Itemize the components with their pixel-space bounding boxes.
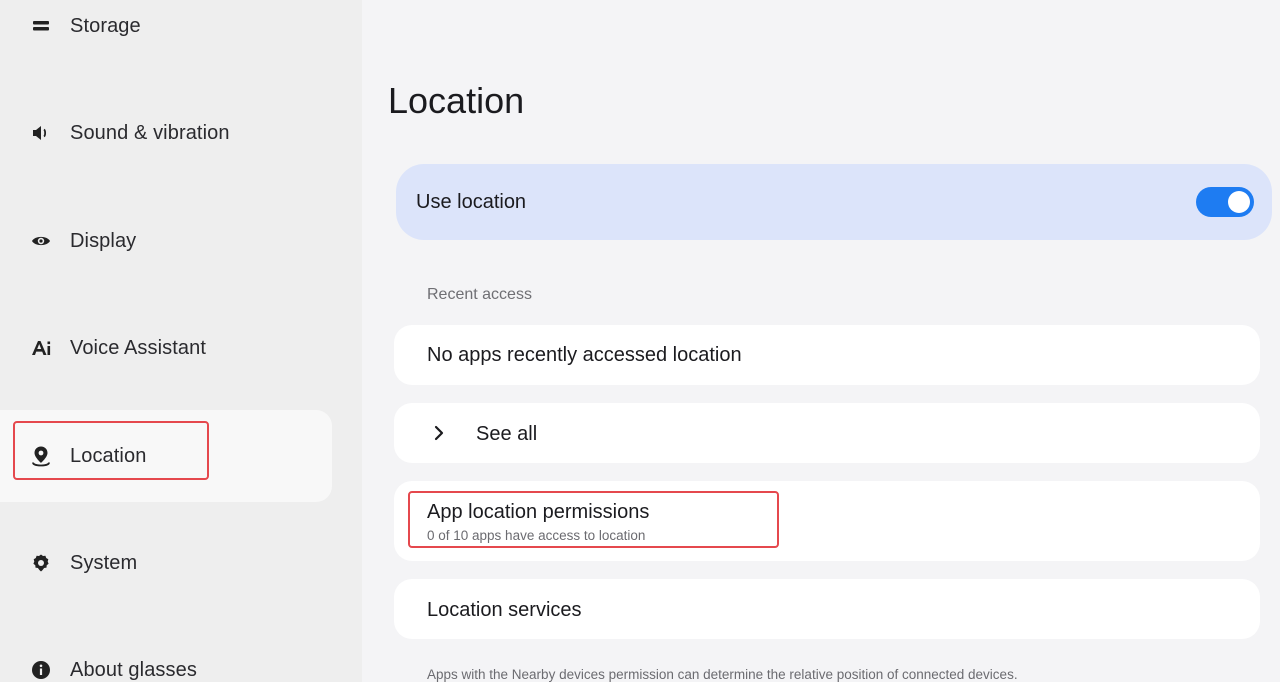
sidebar-item-label: Display bbox=[70, 229, 137, 252]
main-content: Location Use location Recent access No a… bbox=[362, 0, 1280, 682]
location-pin-icon bbox=[30, 445, 52, 467]
gear-icon bbox=[30, 552, 52, 574]
no-recent-access-text: No apps recently accessed location bbox=[427, 344, 742, 366]
sidebar-item-label: About glasses bbox=[70, 658, 197, 681]
use-location-label: Use location bbox=[416, 190, 527, 213]
sidebar-item-system[interactable]: System bbox=[0, 517, 332, 609]
sidebar-item-label: System bbox=[70, 551, 138, 574]
eye-icon bbox=[30, 230, 52, 252]
sidebar-item-label: Voice Assistant bbox=[70, 336, 207, 359]
sidebar-item-sound-vibration[interactable]: Sound & vibration bbox=[0, 87, 332, 179]
location-services-row[interactable]: Location services bbox=[394, 579, 1260, 639]
sidebar-item-storage[interactable]: Storage bbox=[0, 0, 332, 72]
chevron-right-icon bbox=[430, 424, 448, 442]
recent-access-header: Recent access bbox=[427, 286, 532, 303]
nearby-devices-note: Apps with the Nearby devices permission … bbox=[427, 667, 1018, 682]
use-location-toggle[interactable] bbox=[1196, 187, 1254, 217]
sidebar-item-label: Sound & vibration bbox=[70, 121, 230, 144]
ai-icon bbox=[30, 337, 52, 359]
sidebar-item-display[interactable]: Display bbox=[0, 195, 332, 287]
sidebar-item-voice-assistant[interactable]: Voice Assistant bbox=[0, 302, 332, 394]
see-all-label: See all bbox=[476, 423, 538, 445]
see-all-row[interactable]: See all bbox=[394, 403, 1260, 463]
use-location-row[interactable]: Use location bbox=[396, 164, 1272, 240]
app-location-permissions-title: App location permissions bbox=[427, 501, 650, 523]
app-location-permissions-row[interactable]: App location permissions 0 of 10 apps ha… bbox=[394, 481, 1260, 561]
toggle-knob bbox=[1228, 191, 1250, 213]
sidebar-item-label: Location bbox=[70, 444, 147, 467]
storage-icon bbox=[30, 15, 52, 37]
location-services-label: Location services bbox=[427, 599, 582, 621]
recent-access-card: No apps recently accessed location bbox=[394, 325, 1260, 385]
sidebar-item-location[interactable]: Location bbox=[0, 410, 332, 502]
sidebar-item-about-glasses[interactable]: About glasses bbox=[0, 624, 332, 682]
info-icon bbox=[30, 659, 52, 681]
settings-sidebar: Storage Sound & vibration Display Voice … bbox=[0, 0, 362, 682]
page-title: Location bbox=[388, 80, 525, 121]
app-location-permissions-subtitle: 0 of 10 apps have access to location bbox=[427, 528, 646, 543]
sidebar-item-label: Storage bbox=[70, 14, 141, 37]
speaker-icon bbox=[30, 122, 52, 144]
